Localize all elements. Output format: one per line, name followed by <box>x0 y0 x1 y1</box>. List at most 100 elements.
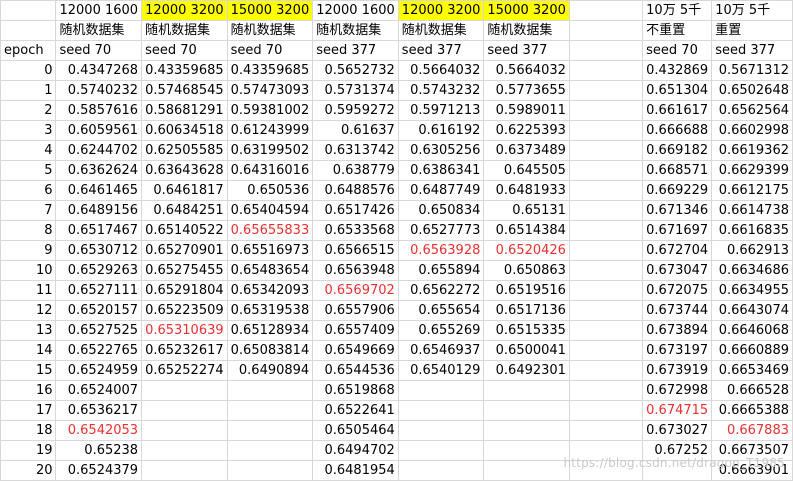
value-cell[interactable]: 0.6481954 <box>312 460 399 481</box>
value-cell[interactable] <box>568 160 644 181</box>
epoch-cell[interactable]: 8 <box>0 220 57 241</box>
value-cell[interactable]: 0.6665388 <box>711 400 793 421</box>
value-cell[interactable]: 0.5652732 <box>312 60 399 81</box>
header-cell[interactable]: 12000 3200 <box>141 0 228 21</box>
epoch-cell[interactable]: 14 <box>0 340 57 361</box>
value-cell[interactable]: 0.6519868 <box>312 380 399 401</box>
value-cell[interactable]: 0.6517136 <box>483 300 570 321</box>
value-cell[interactable]: 0.6619362 <box>711 140 793 161</box>
value-cell[interactable]: 0.6524959 <box>55 360 143 381</box>
value-cell[interactable]: 0.6562564 <box>711 100 793 121</box>
epoch-cell[interactable]: 1 <box>0 80 57 101</box>
value-cell[interactable]: 0.65483654 <box>226 260 314 281</box>
value-cell[interactable]: 0.6494702 <box>312 440 399 461</box>
value-cell[interactable]: 0.673919 <box>642 360 713 381</box>
epoch-cell[interactable]: 3 <box>0 120 57 141</box>
value-cell[interactable]: 0.6549669 <box>312 340 399 361</box>
value-cell[interactable] <box>568 380 644 401</box>
value-cell[interactable]: 0.6059561 <box>55 120 143 141</box>
value-cell[interactable]: 0.6520157 <box>55 300 143 321</box>
value-cell[interactable]: 0.6629399 <box>711 160 793 181</box>
value-cell[interactable] <box>568 400 644 421</box>
value-cell[interactable]: 0.5740232 <box>55 80 143 101</box>
header-cell[interactable]: seed 377 <box>397 40 485 61</box>
value-cell[interactable]: 0.6524007 <box>55 380 143 401</box>
header-cell[interactable]: 随机数据集 <box>141 20 228 41</box>
value-cell[interactable]: 0.669229 <box>642 180 713 201</box>
epoch-cell[interactable]: 5 <box>0 160 57 181</box>
value-cell[interactable]: 0.6484251 <box>141 200 228 221</box>
value-cell[interactable] <box>568 280 644 301</box>
value-cell[interactable]: 0.65128934 <box>226 320 314 341</box>
value-cell[interactable]: 0.64316016 <box>226 160 314 181</box>
value-cell[interactable]: 0.6524379 <box>55 460 143 481</box>
value-cell[interactable]: 0.6522765 <box>55 340 143 361</box>
value-cell[interactable]: 0.4347268 <box>55 60 143 81</box>
value-cell[interactable]: 0.6313742 <box>312 140 399 161</box>
value-cell[interactable]: 0.673197 <box>642 340 713 361</box>
value-cell[interactable]: 0.650863 <box>483 260 570 281</box>
header-cell[interactable]: 随机数据集 <box>226 20 314 41</box>
value-cell[interactable]: 0.58681291 <box>141 100 228 121</box>
header-cell[interactable]: seed 70 <box>141 40 228 61</box>
epoch-cell[interactable]: 16 <box>0 380 57 401</box>
value-cell[interactable]: 0.6566515 <box>312 240 399 261</box>
value-cell[interactable]: 0.655654 <box>397 300 485 321</box>
value-cell[interactable]: 0.6612175 <box>711 180 793 201</box>
value-cell[interactable] <box>397 440 485 461</box>
value-cell[interactable]: 0.5857616 <box>55 100 143 121</box>
header-cell[interactable]: 随机数据集 <box>55 20 143 41</box>
header-cell[interactable]: 重置 <box>711 20 793 41</box>
value-cell[interactable]: 0.6490894 <box>226 360 314 381</box>
value-cell[interactable]: 0.65223509 <box>141 300 228 321</box>
value-cell[interactable] <box>226 460 314 481</box>
value-cell[interactable]: 0.5731374 <box>312 80 399 101</box>
value-cell[interactable]: 0.6643074 <box>711 300 793 321</box>
value-cell[interactable] <box>141 440 228 461</box>
epoch-cell[interactable]: 13 <box>0 320 57 341</box>
value-cell[interactable]: 0.6461465 <box>55 180 143 201</box>
header-cell[interactable]: seed 377 <box>711 40 793 61</box>
value-cell[interactable]: 0.650834 <box>397 200 485 221</box>
header-cell[interactable] <box>568 0 644 21</box>
value-cell[interactable] <box>568 260 644 281</box>
value-cell[interactable]: 0.6522641 <box>312 400 399 421</box>
value-cell[interactable] <box>568 140 644 161</box>
value-cell[interactable] <box>226 440 314 461</box>
value-cell[interactable]: 0.671346 <box>642 200 713 221</box>
header-cell[interactable]: 随机数据集 <box>397 20 485 41</box>
value-cell[interactable] <box>141 400 228 421</box>
value-cell[interactable] <box>568 420 644 441</box>
value-cell[interactable]: 0.6660889 <box>711 340 793 361</box>
value-cell[interactable]: 0.6533568 <box>312 220 399 241</box>
value-cell[interactable]: 0.6542053 <box>55 420 143 441</box>
value-cell[interactable]: 0.6515335 <box>483 320 570 341</box>
value-cell[interactable]: 0.6529263 <box>55 260 143 281</box>
value-cell[interactable]: 0.5773655 <box>483 80 570 101</box>
value-cell[interactable] <box>568 200 644 221</box>
value-cell[interactable] <box>568 320 644 341</box>
value-cell[interactable]: 0.6505464 <box>312 420 399 441</box>
value-cell[interactable]: 0.6489156 <box>55 200 143 221</box>
value-cell[interactable]: 0.60634518 <box>141 120 228 141</box>
value-cell[interactable] <box>397 400 485 421</box>
value-cell[interactable] <box>226 400 314 421</box>
value-cell[interactable]: 0.6653469 <box>711 360 793 381</box>
value-cell[interactable]: 0.5664032 <box>397 60 485 81</box>
value-cell[interactable] <box>568 360 644 381</box>
value-cell[interactable]: 0.65083814 <box>226 340 314 361</box>
header-cell[interactable]: seed 70 <box>226 40 314 61</box>
value-cell[interactable] <box>568 60 644 81</box>
epoch-cell[interactable]: 17 <box>0 400 57 421</box>
value-cell[interactable]: 0.6536217 <box>55 400 143 421</box>
value-cell[interactable]: 0.65140522 <box>141 220 228 241</box>
value-cell[interactable]: 0.6527525 <box>55 320 143 341</box>
value-cell[interactable]: 0.6527111 <box>55 280 143 301</box>
value-cell[interactable]: 0.6527773 <box>397 220 485 241</box>
value-cell[interactable]: 0.65232617 <box>141 340 228 361</box>
value-cell[interactable] <box>141 460 228 481</box>
value-cell[interactable]: 0.6563928 <box>397 240 485 261</box>
header-cell[interactable]: 10万 5千 <box>642 0 713 21</box>
value-cell[interactable]: 0.672075 <box>642 280 713 301</box>
value-cell[interactable]: 0.6634955 <box>711 280 793 301</box>
